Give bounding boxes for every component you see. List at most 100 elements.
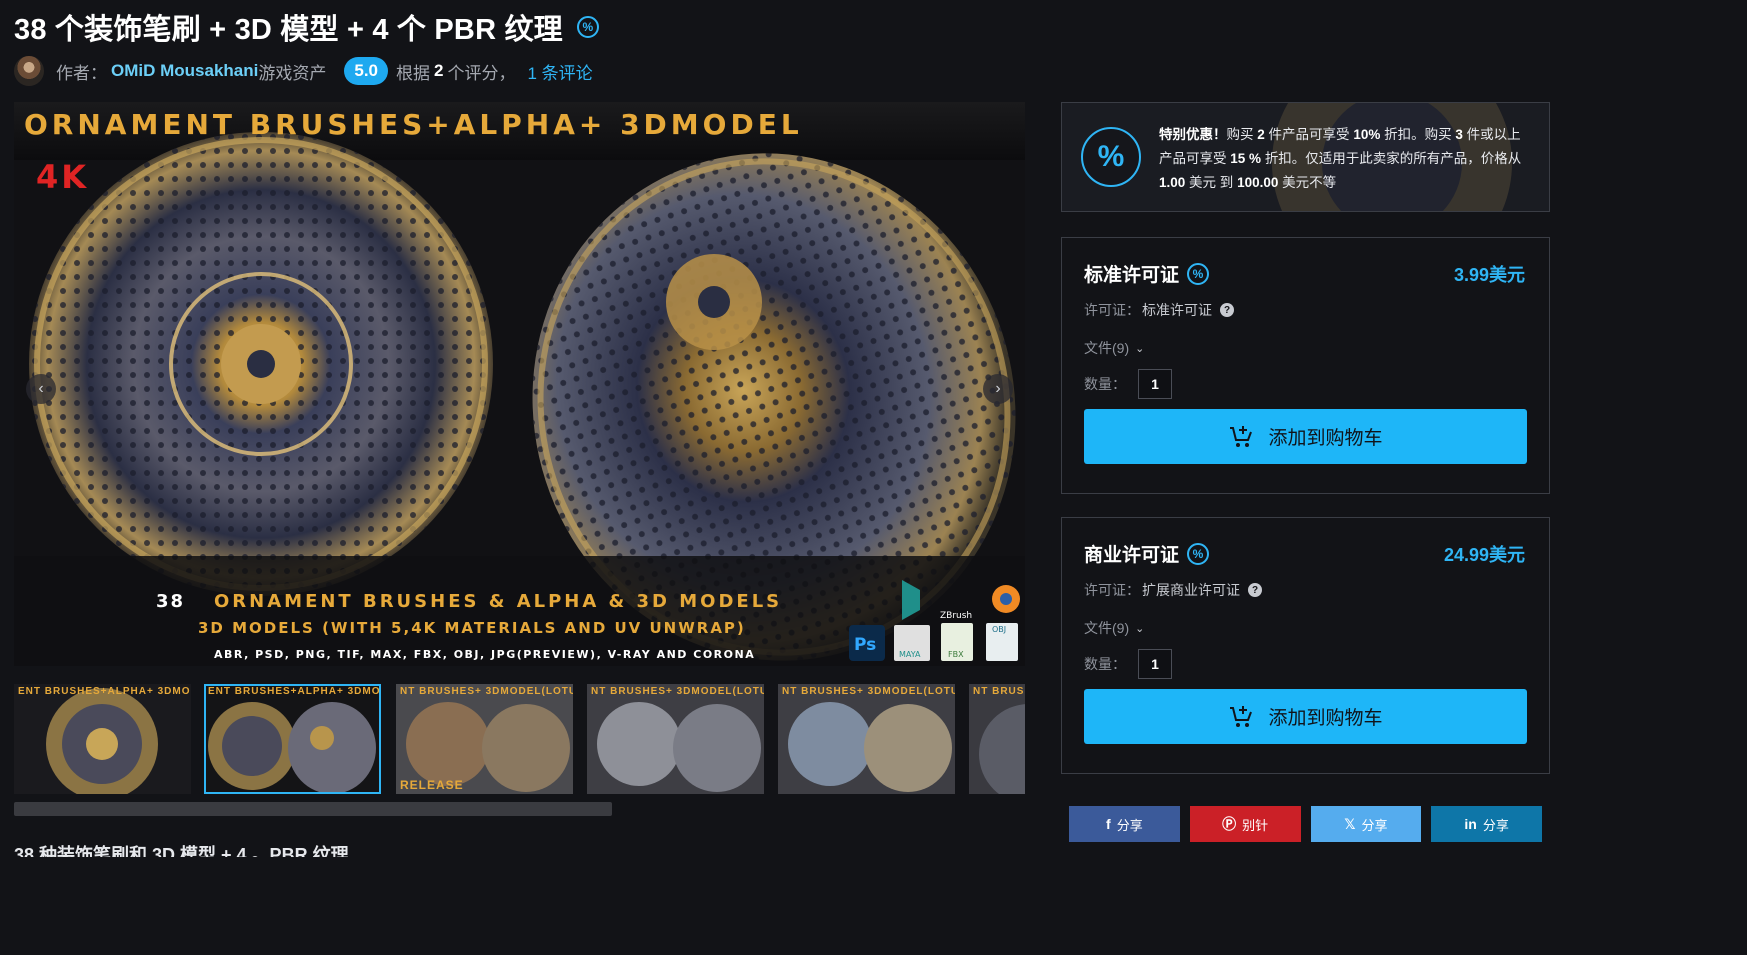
hero-prev-button[interactable]: ‹ — [26, 374, 56, 404]
thumbnail-1[interactable]: ENT BRUSHES+ALPHA+ 3DMO — [14, 684, 191, 794]
thumbnail-strip: ENT BRUSHES+ALPHA+ 3DMO ENT BRUSHES+ALPH… — [14, 684, 1025, 794]
facebook-share-label: 分享 — [1116, 817, 1143, 833]
hero-formats: ABR, PSD, PNG, TIF, MAX, FBX, OBJ, JPG(P… — [214, 648, 755, 661]
standard-quantity-input[interactable] — [1138, 369, 1172, 399]
files-count: (9) — [1112, 620, 1130, 636]
zbrush-logo-label: ZBrush — [940, 611, 972, 621]
photoshop-logo-label: Ps — [854, 635, 876, 655]
thumbnail-scrollbar-thumb[interactable] — [14, 802, 612, 816]
commercial-quantity-row: 数量： — [1084, 649, 1172, 679]
facebook-icon: f — [1106, 816, 1111, 832]
hero-4k-tag: 4K — [36, 158, 89, 196]
thumbnail-2-image — [204, 684, 381, 794]
bundle-discount-banner: % 特别优惠！购买 2 件产品可享受 10% 折扣。购买 3 件或以上产品可享受… — [1061, 102, 1550, 212]
pinterest-pin-button[interactable]: Ⓟ 别针 — [1189, 806, 1301, 842]
chevron-down-icon: ⌄ — [1135, 622, 1145, 635]
commercial-license-type-row: 许可证： 扩展商业许可证 ? — [1084, 580, 1262, 600]
reviews-link[interactable]: 1 条评论 — [527, 59, 592, 84]
standard-license-title-row: 标准许可证 % — [1084, 260, 1210, 287]
hero-heading: ORNAMENT BRUSHES+ALPHA+ 3DMODEL — [24, 108, 803, 141]
quantity-label: 数量： — [1084, 656, 1126, 672]
standard-license-price: 3.99美元 — [1453, 265, 1525, 285]
author-rating-row: 作者： OMiD Mousakhani 游戏资产 5.0 根据 2 个评分， 1… — [14, 56, 593, 86]
x-share-button[interactable]: 𝕏 分享 — [1310, 806, 1422, 842]
hero-next-button[interactable]: › — [983, 374, 1013, 404]
cart-plus-icon — [1230, 425, 1253, 447]
title-row: 38 个装饰笔刷 + 3D 模型 + 4 个 PBR 纹理 % — [14, 6, 599, 48]
thumbnail-4[interactable]: NT BRUSHES+ 3DMODEL(LOTUS FLOWER MANDALA… — [587, 684, 764, 794]
obj-logo-label: OBJ — [992, 625, 1006, 634]
discount-badge-icon[interactable]: % — [576, 16, 599, 38]
thumbnail-1-image — [14, 684, 191, 794]
standard-license-type-row: 许可证： 标准许可证 ? — [1084, 300, 1234, 320]
thumbnail-3-caption: NT BRUSHES+ 3DMODEL(LOTUS FLOWER MANDALA… — [400, 686, 573, 697]
facebook-share-button[interactable]: f 分享 — [1069, 806, 1180, 842]
thumbnail-5-caption: NT BRUSHES+ 3DMODEL(LOTUS FLOWER MANDALA… — [782, 686, 955, 697]
license-type-value: 标准许可证 — [1142, 302, 1212, 318]
rating-text-2: 个评分， — [447, 63, 516, 83]
help-icon[interactable]: ? — [1248, 583, 1262, 597]
chevron-down-icon: ⌄ — [1135, 342, 1145, 355]
hero-artwork: ORNAMENT BRUSHES+ALPHA+ 3DMODEL 4K 38 OR… — [14, 102, 1025, 666]
hero-subtitle-2: 3D MODELS (WITH 5,4K MATERIALS AND UV UN… — [198, 619, 746, 637]
standard-quantity-row: 数量： — [1084, 369, 1172, 399]
page-title: 38 个装饰笔刷 + 3D 模型 + 4 个 PBR 纹理 — [14, 14, 563, 46]
commercial-discount-icon[interactable]: % — [1187, 542, 1210, 565]
thumbnail-2-caption: ENT BRUSHES+ALPHA+ 3DMOD — [208, 686, 381, 697]
x-share-label: 分享 — [1361, 817, 1388, 833]
fbx-logo-label: FBX — [948, 650, 964, 659]
x-icon: 𝕏 — [1344, 815, 1356, 832]
thumbnail-3[interactable]: NT BRUSHES+ 3DMODEL(LOTUS FLOWER MANDALA… — [396, 684, 573, 794]
linkedin-share-label: 分享 — [1482, 817, 1509, 833]
thumbnail-3-release: RELEASE — [400, 778, 464, 792]
quantity-label: 数量： — [1084, 376, 1126, 392]
help-icon[interactable]: ? — [1220, 303, 1234, 317]
commercial-license-title-row: 商业许可证 % — [1084, 540, 1210, 567]
maya-logo-label: MAYA — [899, 650, 921, 659]
author-suffix: 游戏资产 — [258, 63, 327, 83]
files-label: 文件 — [1084, 620, 1112, 636]
rating-text-1: 根据 — [396, 63, 430, 83]
thumbnail-scrollbar[interactable] — [14, 802, 1025, 816]
license-type-label: 许可证： — [1084, 302, 1140, 318]
commercial-quantity-input[interactable] — [1138, 649, 1172, 679]
cart-plus-icon — [1230, 705, 1253, 727]
thumbnail-4-caption: NT BRUSHES+ 3DMODEL(LOTUS FLOWER MANDALA… — [591, 686, 764, 697]
pinterest-icon: Ⓟ — [1222, 816, 1237, 832]
discount-percent-icon: % — [1081, 127, 1141, 187]
product-hero-image[interactable]: ORNAMENT BRUSHES+ALPHA+ 3DMODEL 4K 38 OR… — [14, 102, 1025, 666]
pinterest-label: 别针 — [1242, 817, 1269, 833]
thumbnail-5-image — [778, 684, 955, 794]
rating-badge: 5.0 — [344, 57, 388, 85]
commercial-license-title: 商业许可证 — [1084, 545, 1180, 566]
commercial-add-to-cart-button[interactable]: 添加到购物车 — [1084, 689, 1527, 744]
commercial-license-price: 24.99美元 — [1443, 545, 1525, 565]
thumbnail-4-image — [587, 684, 764, 794]
thumbnail-6[interactable]: NT BRUSHES — [969, 684, 1025, 794]
linkedin-icon: in — [1464, 816, 1477, 832]
add-to-cart-label: 添加到购物车 — [1268, 708, 1383, 729]
standard-files-toggle[interactable]: 文件 (9) ⌄ — [1084, 338, 1144, 358]
license-type-value: 扩展商业许可证 — [1142, 582, 1240, 598]
files-count: (9) — [1112, 340, 1130, 356]
author-prefix: 作者： — [56, 63, 107, 83]
author-link[interactable]: OMiD Mousakhani — [111, 61, 258, 81]
thumbnail-2[interactable]: ENT BRUSHES+ALPHA+ 3DMOD — [204, 684, 381, 794]
thumbnail-6-image — [969, 684, 1025, 794]
commercial-files-toggle[interactable]: 文件 (9) ⌄ — [1084, 618, 1144, 638]
standard-discount-icon[interactable]: % — [1187, 262, 1210, 285]
linkedin-share-button[interactable]: in 分享 — [1431, 806, 1542, 842]
author-avatar[interactable] — [14, 56, 44, 86]
promo-text: 特别优惠！购买 2 件产品可享受 10% 折扣。购买 3 件或以上产品可享受 1… — [1159, 127, 1522, 190]
description-heading: 38 种装饰笔刷和 3D 模型 + 4 。PBR 纹理 — [14, 845, 349, 857]
hero-subtitle-1: ORNAMENT BRUSHES & ALPHA & 3D MODELS — [214, 591, 782, 612]
rating-count: 2 — [434, 61, 444, 80]
standard-add-to-cart-button[interactable]: 添加到购物车 — [1084, 409, 1527, 464]
files-label: 文件 — [1084, 340, 1112, 356]
hero-count: 38 — [156, 591, 185, 612]
share-buttons: f 分享 Ⓟ 别针 𝕏 分享 in 分享 — [1069, 806, 1542, 842]
standard-license-title: 标准许可证 — [1084, 265, 1180, 286]
standard-license-card: 标准许可证 % 3.99美元 许可证： 标准许可证 ? 文件 (9) ⌄ 数量：… — [1061, 237, 1550, 494]
thumbnail-5[interactable]: NT BRUSHES+ 3DMODEL(LOTUS FLOWER MANDALA… — [778, 684, 955, 794]
commercial-license-card: 商业许可证 % 24.99美元 许可证： 扩展商业许可证 ? 文件 (9) ⌄ … — [1061, 517, 1550, 774]
